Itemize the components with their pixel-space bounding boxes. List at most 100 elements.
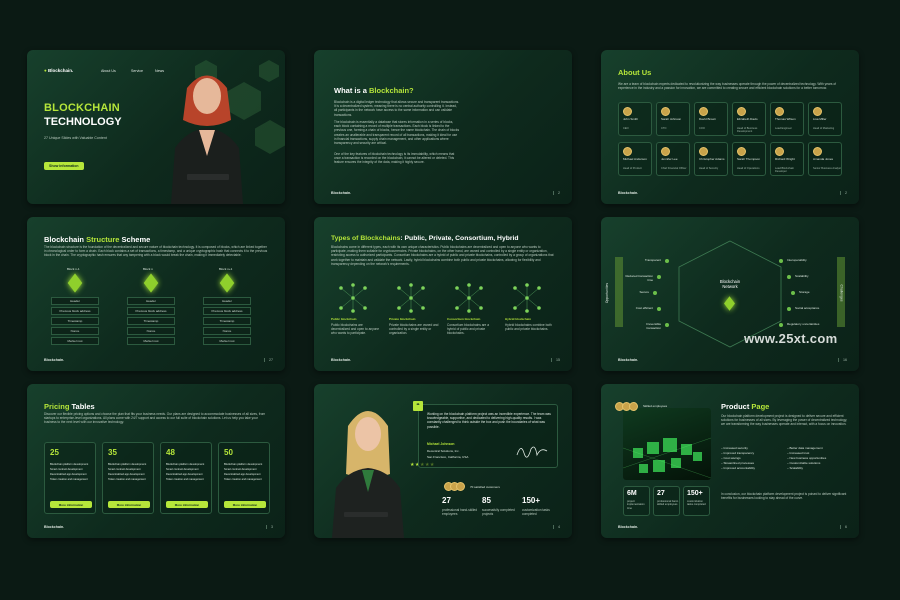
nav-about[interactable]: About Us bbox=[101, 69, 116, 73]
pricing-intro: Discover our flexible pricing options an… bbox=[44, 412, 266, 425]
nav-service[interactable]: Service bbox=[131, 69, 143, 73]
benefit-item: – Improved transparency bbox=[721, 451, 755, 455]
stat-label: successfully completed projects bbox=[482, 508, 515, 517]
plan-price: 35 bbox=[108, 448, 117, 457]
team-member-name: Amanda Jones bbox=[813, 157, 834, 161]
team-member-card: Elizabeth Davis Head of Business Developm… bbox=[732, 102, 766, 136]
avatar-icon bbox=[623, 147, 632, 156]
opportunity-node-icon bbox=[665, 259, 669, 263]
team-member-name: Lisa Miller bbox=[813, 117, 827, 121]
slide-title: Types of Blockchains: Public, Private, C… bbox=[331, 235, 519, 242]
slide-network-diagram[interactable]: Opportunities Challenges Blockchain Netw… bbox=[601, 217, 859, 371]
slide-grid: ● Blockchain. About Us Service News BLOC… bbox=[27, 50, 873, 538]
opportunity-item: Reduced transaction time bbox=[625, 274, 653, 282]
challenge-node-icon bbox=[787, 307, 791, 311]
product-outro: In conclusion, our blockchain platform d… bbox=[721, 492, 847, 501]
network-graph-icon bbox=[455, 283, 483, 313]
team-member-role: Head of Business Development bbox=[737, 127, 758, 134]
product-stat-number: 27 bbox=[657, 490, 665, 497]
benefit-item: – Improved accountability bbox=[721, 466, 756, 470]
avatar-icon bbox=[699, 107, 708, 116]
plan-feature: Decentralized app development bbox=[108, 473, 145, 476]
slide-structure-scheme[interactable]: Blockchain Structure Scheme The blockcha… bbox=[27, 217, 285, 371]
watermark-text: www.25xt.com bbox=[744, 331, 838, 346]
hero-title-line1: BLOCKCHAIN bbox=[44, 102, 120, 114]
block-row: Merkel root bbox=[51, 337, 99, 345]
footer-brand: Blockchain. bbox=[44, 525, 65, 529]
block-row: Merkel root bbox=[203, 337, 251, 345]
product-stat-card: 27 professional hand-skilled employees bbox=[653, 486, 680, 516]
team-member-card: Sarah Johnson CTO bbox=[656, 102, 690, 136]
plan-feature: Token creation and management bbox=[224, 478, 262, 481]
team-member-name: Thomas Wilson bbox=[775, 117, 796, 121]
team-member-card: Amanda Jones Senior Business Analyst bbox=[808, 142, 842, 176]
slide-title[interactable]: ● Blockchain. About Us Service News BLOC… bbox=[27, 50, 285, 204]
slide-about-us[interactable]: About Us We are a team of blockchain exp… bbox=[601, 50, 859, 204]
page-number: 16 bbox=[838, 358, 847, 362]
product-stat-label: project implementation time bbox=[627, 500, 645, 510]
benefit-item: – Scalability bbox=[787, 466, 804, 470]
team-member-role: Lead Blockchain Developer bbox=[775, 167, 795, 174]
team-member-card: Michael Anderson Head of Product bbox=[618, 142, 652, 176]
more-information-button[interactable]: More information bbox=[166, 501, 208, 508]
team-member-name: David Brown bbox=[699, 117, 717, 121]
paragraph-3: One of the key features of blockchain te… bbox=[334, 152, 455, 165]
side-label-challenges: Challenges bbox=[839, 284, 844, 302]
stat-label: professional hand-skilled employees bbox=[442, 508, 478, 517]
slide-title: Product Page bbox=[721, 402, 770, 411]
team-member-role: Head of Operations bbox=[737, 167, 760, 170]
slide-product-page[interactable]: Skilled employees Product Page Our block… bbox=[601, 384, 859, 538]
about-intro: We are a team of blockchain experts dedi… bbox=[618, 82, 836, 91]
team-member-role: Senior Business Analyst bbox=[813, 167, 841, 170]
more-information-button[interactable]: More information bbox=[108, 501, 150, 508]
product-stat-label: professional hand-skilled employees bbox=[657, 500, 679, 507]
quote-location: San Francisco, California, USA bbox=[427, 455, 469, 459]
more-information-button[interactable]: More information bbox=[224, 501, 266, 508]
pricing-plan-card: 25 Blockchain platform development Smart c… bbox=[44, 442, 96, 514]
block-row: Previous block address bbox=[51, 307, 99, 315]
avatar-icon bbox=[813, 107, 822, 116]
block-row: Nonce bbox=[51, 327, 99, 335]
team-member-name: Sarah Thompson bbox=[737, 157, 760, 161]
plan-feature: Token creation and management bbox=[166, 478, 204, 481]
plan-feature: Blockchain platform development bbox=[50, 463, 89, 466]
footer-brand: Blockchain. bbox=[331, 191, 352, 195]
challenge-item: Interoperability bbox=[787, 258, 807, 262]
slide-types-of-blockchains[interactable]: Types of Blockchains: Public, Private, C… bbox=[314, 217, 572, 371]
block-row: Header bbox=[127, 297, 175, 305]
block-label: Block n bbox=[143, 267, 153, 271]
team-member-name: Michael Anderson bbox=[623, 157, 647, 161]
block-row: Previous block address bbox=[127, 307, 175, 315]
slide-testimonial[interactable]: ★★★★★ “ Working on the blockchain platfo… bbox=[314, 384, 572, 538]
footer-brand: Blockchain. bbox=[618, 358, 639, 362]
block-row: Nonce bbox=[127, 327, 175, 335]
plan-price: 25 bbox=[50, 448, 59, 457]
challenge-item: Scalability bbox=[795, 274, 809, 278]
opportunity-node-icon bbox=[665, 323, 669, 327]
plan-price: 48 bbox=[166, 448, 175, 457]
block-cube-icon bbox=[219, 273, 235, 293]
product-intro: Our blockchain platform development proj… bbox=[721, 414, 848, 427]
team-member-role: COO bbox=[699, 127, 705, 130]
benefit-item: – Cost savings bbox=[721, 456, 741, 460]
footer-brand: Blockchain. bbox=[44, 358, 65, 362]
plan-price: 50 bbox=[224, 448, 233, 457]
more-information-button[interactable]: More information bbox=[50, 501, 92, 508]
type-desc: Hybrid blockchains combine both public a… bbox=[505, 323, 552, 332]
slide-pricing-tables[interactable]: Pricing Tables Discover our flexible pri… bbox=[27, 384, 285, 538]
plan-feature: Decentralized app development bbox=[50, 473, 87, 476]
benefit-item: – Better data management bbox=[787, 446, 823, 450]
opportunity-item: Cost efficient bbox=[635, 306, 653, 310]
plan-feature: Decentralized app development bbox=[166, 473, 203, 476]
team-member-role: CTO bbox=[661, 127, 667, 130]
avatar-icon bbox=[813, 147, 822, 156]
slide-what-is-blockchain[interactable]: What is a Blockchain? Blockchain is a di… bbox=[314, 50, 572, 204]
team-member-card: Sarah Thompson Head of Operations bbox=[732, 142, 766, 176]
block-row: Timestamp bbox=[127, 317, 175, 325]
product-stat-card: 6M project implementation time bbox=[623, 486, 650, 516]
challenge-item: Regulatory uncertainties bbox=[787, 322, 820, 326]
plan-feature: Smart contract development bbox=[166, 468, 199, 471]
show-information-button[interactable]: Show information bbox=[44, 162, 84, 170]
team-member-name: Elizabeth Davis bbox=[737, 117, 758, 121]
block-cube-icon bbox=[143, 273, 159, 293]
